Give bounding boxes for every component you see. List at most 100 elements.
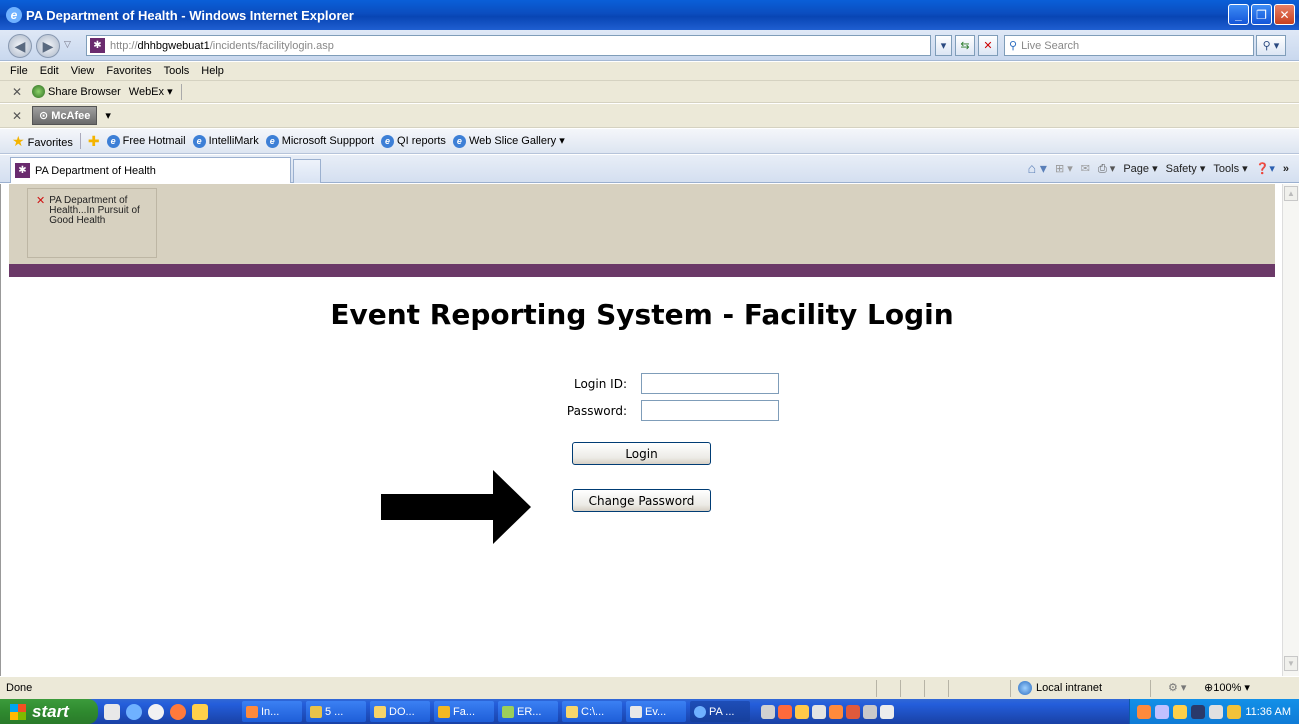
task-label: ER... (517, 705, 542, 718)
favorite-link-microsoft-support[interactable]: e Microsoft Suppport (265, 134, 374, 148)
intranet-globe-icon (1018, 681, 1032, 695)
add-favorite-icon[interactable]: ✚ (88, 133, 100, 150)
tray-icon[interactable] (1191, 704, 1206, 719)
taskbar-item-active[interactable]: PA ... (690, 701, 750, 722)
status-divider (924, 680, 925, 697)
taskbar-item[interactable]: DO... (370, 701, 430, 722)
favorites-label: Favorites (27, 136, 73, 149)
menu-file[interactable]: File (10, 65, 28, 77)
favorite-link-web-slice-gallery[interactable]: e Web Slice Gallery ▾ (452, 134, 565, 148)
close-window-button[interactable]: ✕ (1274, 4, 1295, 25)
favorite-link-hotmail[interactable]: e Free Hotmail (106, 134, 186, 148)
close-toolbar-icon[interactable]: ✕ (12, 85, 24, 99)
quicklaunch-mail-icon[interactable] (192, 703, 208, 720)
maximize-button[interactable]: ❐ (1251, 4, 1272, 25)
change-password-button[interactable]: Change Password (572, 489, 711, 512)
refresh-icon[interactable]: ⇆ (955, 35, 975, 56)
mcafee-button[interactable]: ⊙ McAfee (32, 106, 98, 125)
tray-icon[interactable] (1173, 704, 1188, 719)
pinned-app-icon[interactable] (829, 704, 843, 719)
scroll-down-icon[interactable]: ▼ (1284, 656, 1298, 671)
share-browser-button[interactable]: Share Browser (32, 85, 121, 98)
taskbar-item[interactable]: 5 ... (306, 701, 366, 722)
pinned-app-icon[interactable] (795, 704, 809, 719)
favorite-link-intellimark[interactable]: e IntelliMark (192, 134, 259, 148)
password-input[interactable] (641, 400, 779, 421)
tray-icon[interactable] (1137, 704, 1152, 719)
menu-favorites[interactable]: Favorites (106, 65, 151, 77)
app-icon (566, 705, 578, 718)
help-icon[interactable]: ❓▾ (1256, 162, 1275, 175)
tab-pa-department-of-health[interactable]: ✱ PA Department of Health (10, 157, 291, 183)
webex-menu[interactable]: WebEx ▾ (129, 85, 173, 98)
pinned-app-icon[interactable] (778, 704, 792, 719)
quicklaunch-ie-icon[interactable] (126, 703, 142, 720)
taskbar-item[interactable]: Fa... (434, 701, 494, 722)
stop-icon[interactable]: ✕ (978, 35, 998, 56)
tools-menu[interactable]: Tools ▾ (1213, 162, 1247, 175)
page-menu[interactable]: Page ▾ (1123, 162, 1157, 175)
back-button[interactable]: ◀ (8, 34, 32, 58)
tray-icon[interactable] (1209, 704, 1224, 719)
taskbar-item[interactable]: ER... (498, 701, 558, 722)
mcafee-dropdown-icon[interactable]: ▾ (105, 109, 111, 122)
mail-icon[interactable]: ✉ (1081, 162, 1090, 175)
tab-row: ✱ PA Department of Health ⌂ ▾ ⊞ ▾ ✉ ⎙ ▾ … (0, 155, 1299, 183)
address-dropdown-icon[interactable]: ▾ (935, 35, 952, 56)
chevron-more-icon[interactable]: » (1283, 163, 1289, 175)
favorite-link-qi-reports[interactable]: e QI reports (381, 134, 446, 148)
zoom-control[interactable]: ⊕100% ▾ (1204, 681, 1250, 694)
recent-pages-dropdown-icon[interactable]: ▽ (64, 39, 71, 50)
login-button[interactable]: Login (572, 442, 711, 465)
quicklaunch-media-icon[interactable] (148, 703, 164, 720)
vertical-scrollbar[interactable]: ▲ ▼ (1282, 184, 1299, 676)
task-label: Ev... (645, 705, 667, 718)
feeds-icon[interactable]: ⊞ ▾ (1055, 162, 1073, 175)
pinned-app-icon[interactable] (761, 704, 775, 719)
pinned-app-icon[interactable] (812, 704, 826, 719)
start-button[interactable]: start (0, 699, 98, 724)
menu-tools[interactable]: Tools (164, 65, 190, 77)
pinned-app-icon[interactable] (846, 704, 860, 719)
taskbar-item[interactable]: C:\... (562, 701, 622, 722)
scroll-up-icon[interactable]: ▲ (1284, 186, 1298, 201)
menu-help[interactable]: Help (201, 65, 224, 77)
task-label: Fa... (453, 705, 476, 718)
tray-icon[interactable] (1155, 704, 1170, 719)
search-input[interactable]: ⚲ Live Search (1004, 35, 1254, 56)
address-toolbar: ◀ ▶ ▽ ✱ http://dhhbgwebuat1/incidents/fa… (0, 30, 1299, 61)
home-icon[interactable]: ⌂ ▾ (1028, 160, 1047, 177)
close-toolbar-icon[interactable]: ✕ (12, 109, 24, 123)
new-tab-button[interactable] (293, 159, 321, 183)
page-menu-label: Page (1123, 163, 1150, 175)
app-icon (310, 705, 322, 718)
quicklaunch-app-icon[interactable] (170, 703, 186, 720)
favorites-star-icon: ★ (12, 132, 25, 149)
menu-view[interactable]: View (71, 65, 95, 77)
status-divider (1010, 680, 1011, 697)
site-banner: ✕ PA Department of Health...In Pursuit o… (9, 184, 1275, 264)
pinned-app-icon[interactable] (863, 704, 877, 719)
safety-menu[interactable]: Safety ▾ (1166, 162, 1206, 175)
app-icon (438, 705, 450, 718)
menu-edit[interactable]: Edit (40, 65, 59, 77)
quicklaunch-desktop-icon[interactable] (104, 703, 120, 720)
live-search-icon: ⚲ (1009, 40, 1018, 52)
search-go-icon[interactable]: ⚲ ▾ (1256, 35, 1286, 56)
app-icon (374, 705, 386, 718)
pinned-app-icon[interactable] (880, 704, 894, 719)
login-id-input[interactable] (641, 373, 779, 394)
address-field[interactable]: ✱ http://dhhbgwebuat1/incidents/facility… (86, 35, 931, 56)
forward-button[interactable]: ▶ (36, 34, 60, 58)
protected-mode-icon[interactable]: ⚙ ▾ (1168, 681, 1186, 694)
clock[interactable]: 11:36 AM (1245, 706, 1291, 718)
favorites-button[interactable]: ★ Favorites (12, 133, 73, 150)
ie-page-icon: e (106, 134, 120, 148)
taskbar-item[interactable]: In... (242, 701, 302, 722)
minimize-button[interactable]: _ (1228, 4, 1249, 25)
tray-icon[interactable] (1227, 704, 1242, 719)
security-zone[interactable]: Local intranet (1018, 681, 1102, 695)
print-icon[interactable]: ⎙ ▾ (1098, 162, 1115, 176)
taskbar-item[interactable]: Ev... (626, 701, 686, 722)
system-tray: 11:36 AM (1129, 699, 1299, 724)
